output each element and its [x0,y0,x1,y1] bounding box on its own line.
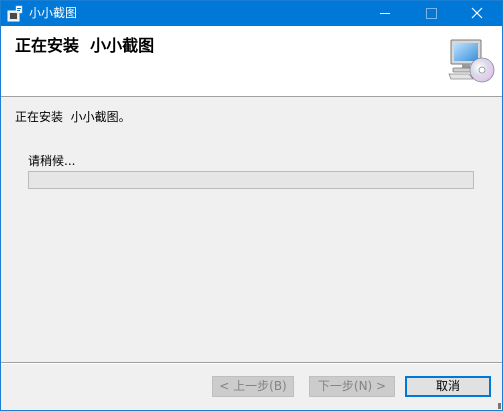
maximize-icon [426,8,437,19]
progress-bar [28,171,474,189]
title-bar[interactable]: 小小截图 [1,1,502,26]
install-status-text: 正在安装 小小截图。 [15,110,131,124]
installer-icon [7,5,23,22]
wait-label: 请稍候... [28,154,76,168]
back-button[interactable]: < 上一步(B) [212,376,294,397]
minimize-button[interactable] [362,1,408,26]
resize-grip[interactable] [498,403,501,409]
footer-divider-highlight [1,363,502,364]
header-banner: 正在安装 小小截图 [1,26,502,97]
next-button[interactable]: 下一步(N) > [309,376,395,397]
close-icon [471,7,483,19]
minimize-icon [380,13,390,14]
window-title: 小小截图 [29,6,78,20]
maximize-button[interactable] [408,1,454,26]
computer-cd-icon [447,39,495,85]
close-button[interactable] [454,1,500,26]
banner-title: 正在安装 小小截图 [15,36,155,55]
installer-window: 小小截图 正在安装 小小截图 正在安装 小小截图。 请稍候... < 上一步(B… [0,0,503,411]
cancel-button[interactable]: 取消 [405,376,491,397]
